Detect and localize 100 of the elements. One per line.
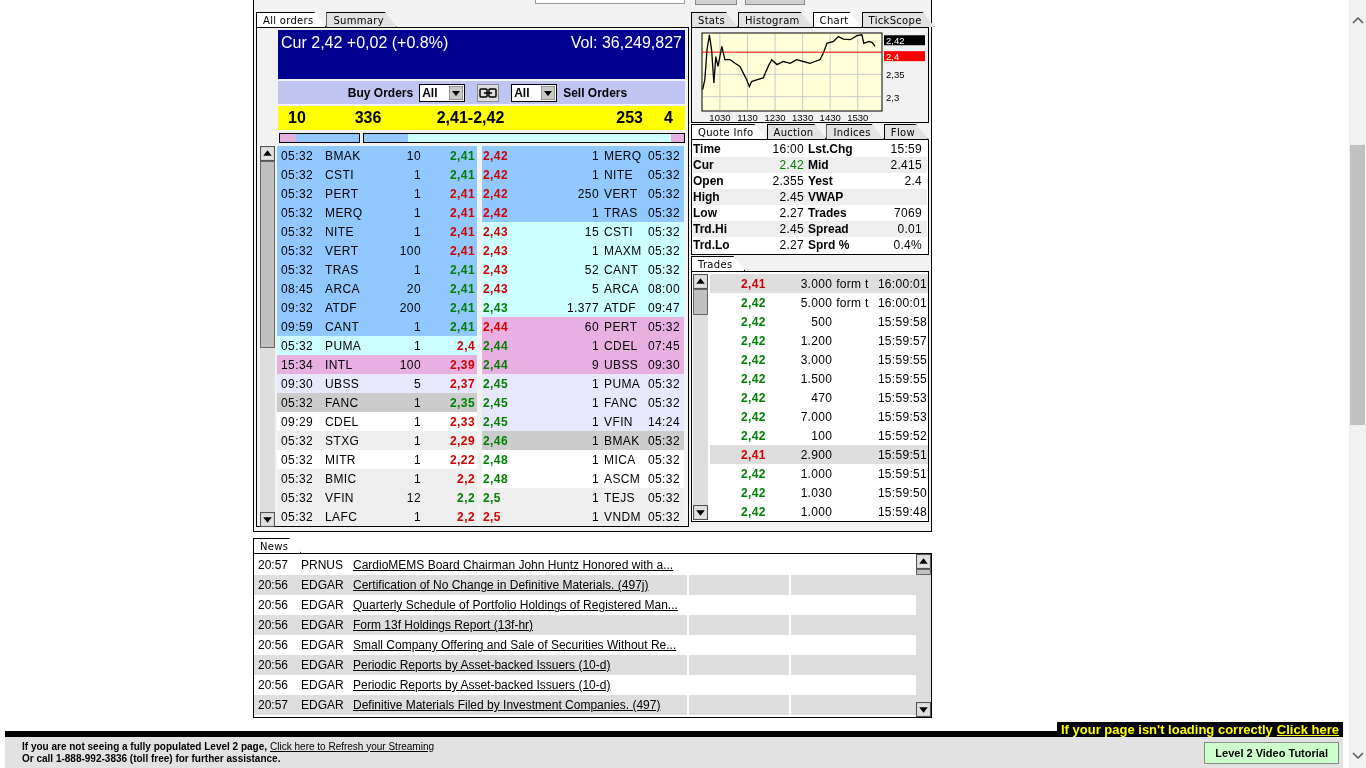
ask-row[interactable]: 2,42 1 NITE 05:32 — [482, 165, 684, 184]
table-cell-text: 5 — [590, 281, 600, 296]
tab[interactable]: Flow — [883, 124, 928, 139]
input-field[interactable] — [535, 0, 685, 4]
table-cell-text: EDGAR — [301, 698, 345, 712]
bid-row[interactable]: 05:32 LAFC 1 2,2 — [277, 507, 477, 526]
scroll-down-icon[interactable] — [693, 505, 708, 520]
tab[interactable]: Indices — [826, 124, 884, 139]
ask-row[interactable]: 2,5 1 VNDM 05:32 — [482, 507, 684, 526]
bid-row[interactable]: 05:32 PUMA 1 2,4 — [277, 336, 477, 355]
table-cell-text: 2,41 — [449, 281, 476, 296]
bid-row[interactable]: 05:32 BMAK 10 2,41 — [277, 146, 477, 165]
scroll-up-icon[interactable] — [693, 274, 708, 289]
ask-row[interactable]: 2,48 1 MICA 05:32 — [482, 450, 684, 469]
news-headline-link[interactable]: Periodic Reports by Asset-backed Issuers (10-d) — [353, 658, 687, 672]
bid-row[interactable]: 09:30 UBSS 5 2,37 — [277, 374, 477, 393]
tab[interactable]: All orders — [256, 12, 327, 27]
ask-row[interactable]: 2,43 15 CSTI 05:32 — [482, 222, 684, 241]
scroll-thumb[interactable] — [693, 289, 708, 315]
tab[interactable]: Quote Info — [691, 124, 767, 139]
scroll-up-icon[interactable] — [1351, 16, 1364, 24]
ask-row[interactable]: 2,43 1 MAXM 05:32 — [482, 241, 684, 260]
table-cell-text: PUMA — [604, 376, 642, 391]
bid-row[interactable]: 08:45 ARCA 20 2,41 — [277, 279, 477, 298]
bid-row[interactable]: 05:32 FANC 1 2,35 — [277, 393, 477, 412]
ask-row[interactable]: 2,42 1 TRAS 05:32 — [482, 203, 684, 222]
dropdown[interactable]: All — [511, 83, 558, 102]
scrollbar[interactable] — [1349, 0, 1366, 768]
scrollbar[interactable] — [693, 274, 708, 520]
news-headline-link[interactable]: Small Company Offering and Sale of Securities Without Re... — [353, 638, 687, 652]
scrollbar[interactable] — [916, 554, 931, 717]
table-cell-text: 2,42 — [740, 371, 766, 386]
bid-row[interactable]: 05:32 MERQ 1 2,41 — [277, 203, 477, 222]
alert-link[interactable]: Click here — [1276, 722, 1339, 737]
bid-row[interactable]: 05:32 VERT 100 2,41 — [277, 241, 477, 260]
table-cell-text: 05:32 — [646, 262, 681, 277]
video-tutorial-button[interactable]: Level 2 Video Tutorial — [1204, 741, 1339, 764]
tab[interactable]: News — [253, 538, 302, 553]
bid-row[interactable]: 05:32 PERT 1 2,41 — [277, 184, 477, 203]
tab[interactable]: Auction — [766, 124, 827, 139]
table-cell: form t — [836, 276, 869, 291]
news-headline-link[interactable]: Form 13f Holdings Report (13f-hr) — [353, 618, 687, 632]
tab[interactable]: Histogram — [738, 12, 813, 27]
bid-row[interactable]: 05:32 VFIN 12 2,2 — [277, 488, 477, 507]
ask-row[interactable]: 2,42 1 MERQ 05:32 — [482, 146, 684, 165]
table-cell-text: CSTI — [324, 167, 355, 182]
link-icon[interactable] — [477, 83, 500, 102]
bid-row[interactable]: 05:32 TRAS 1 2,41 — [277, 260, 477, 279]
news-headline-link[interactable]: Quarterly Schedule of Portfolio Holdings of Registered Man... — [353, 598, 687, 612]
scroll-thumb[interactable] — [916, 569, 931, 575]
scroll-down-icon[interactable] — [260, 512, 275, 527]
ask-row[interactable]: 2,45 1 PUMA 05:32 — [482, 374, 684, 393]
bid-row[interactable]: 05:32 BMIC 1 2,2 — [277, 469, 477, 488]
bid-row[interactable]: 05:32 MITR 1 2,22 — [277, 450, 477, 469]
ask-row[interactable]: 2,43 5 ARCA 08:00 — [482, 279, 684, 298]
ask-row[interactable]: 2,48 1 ASCM 05:32 — [482, 469, 684, 488]
tab[interactable]: Stats — [691, 12, 739, 27]
table-cell-text: 1 — [412, 452, 421, 467]
bid-row[interactable]: 05:32 CSTI 1 2,41 — [277, 165, 477, 184]
table-cell-text: EDGAR — [301, 638, 345, 652]
ask-row[interactable]: 2,46 1 BMAK 05:32 — [482, 431, 684, 450]
news-headline-link[interactable]: CardioMEMS Board Chairman John Huntz Honored with a... — [353, 558, 687, 572]
ask-row[interactable]: 2,42 250 VERT 05:32 — [482, 184, 684, 203]
field-value: 15:59 — [889, 142, 922, 156]
tab[interactable]: Chart — [812, 12, 862, 27]
ask-row[interactable]: 2,44 9 UBSS 09:30 — [482, 355, 684, 374]
scroll-down-icon[interactable] — [1351, 752, 1364, 760]
news-headline-link[interactable]: Certification of No Change in Definitive Materials. (497j) — [353, 578, 687, 592]
table-cell-text: 2,48 — [482, 471, 509, 486]
tab[interactable]: Summary — [326, 12, 397, 27]
bid-row[interactable]: 05:32 STXG 1 2,29 — [277, 431, 477, 450]
tab[interactable]: TickScope — [861, 12, 935, 27]
scroll-down-icon[interactable] — [916, 702, 931, 717]
scrollbar[interactable] — [260, 146, 275, 527]
ask-row[interactable]: 2,45 1 FANC 05:32 — [482, 393, 684, 412]
scroll-up-icon[interactable] — [260, 146, 275, 161]
news-headline-link[interactable]: Periodic Reports by Asset-backed Issuers (10-d) — [353, 678, 687, 692]
ask-row[interactable]: 2,43 1.377 ATDF 09:47 — [482, 298, 684, 317]
bid-row[interactable]: 09:29 CDEL 1 2,33 — [277, 412, 477, 431]
table-cell-text: 05:32 — [280, 490, 315, 505]
scroll-up-icon[interactable] — [916, 554, 931, 569]
refresh-link[interactable]: Click here to Refresh your Streaming — [270, 740, 435, 753]
ref-line-label: 2,4 — [886, 51, 900, 63]
news-headline-link[interactable]: Definitive Materials Filed by Investment Companies. (497) — [353, 698, 687, 712]
tab[interactable]: Trades — [691, 256, 746, 271]
scroll-thumb[interactable] — [1350, 145, 1365, 425]
bid-row[interactable]: 09:59 CANT 1 2,41 — [277, 317, 477, 336]
ask-row[interactable]: 2,45 1 VFIN 14:24 — [482, 412, 684, 431]
dropdown[interactable]: All — [419, 83, 466, 102]
scroll-thumb[interactable] — [260, 161, 275, 348]
ask-row[interactable]: 2,44 60 PERT 05:32 — [482, 317, 684, 336]
ask-row[interactable]: 2,5 1 TEJS 05:32 — [482, 488, 684, 507]
bid-row[interactable]: 15:34 INTL 100 2,39 — [277, 355, 477, 374]
bid-row[interactable]: 09:32 ATDF 200 2,41 — [277, 298, 477, 317]
field-value: 2.42 — [778, 158, 804, 172]
table-cell-text: 2,4 — [456, 338, 476, 353]
ask-row[interactable]: 2,44 1 CDEL 07:45 — [482, 336, 684, 355]
ask-row[interactable]: 2,43 52 CANT 05:32 — [482, 260, 684, 279]
bid-row[interactable]: 05:32 NITE 1 2,41 — [277, 222, 477, 241]
table-cell-text: 3.000 — [799, 276, 833, 291]
